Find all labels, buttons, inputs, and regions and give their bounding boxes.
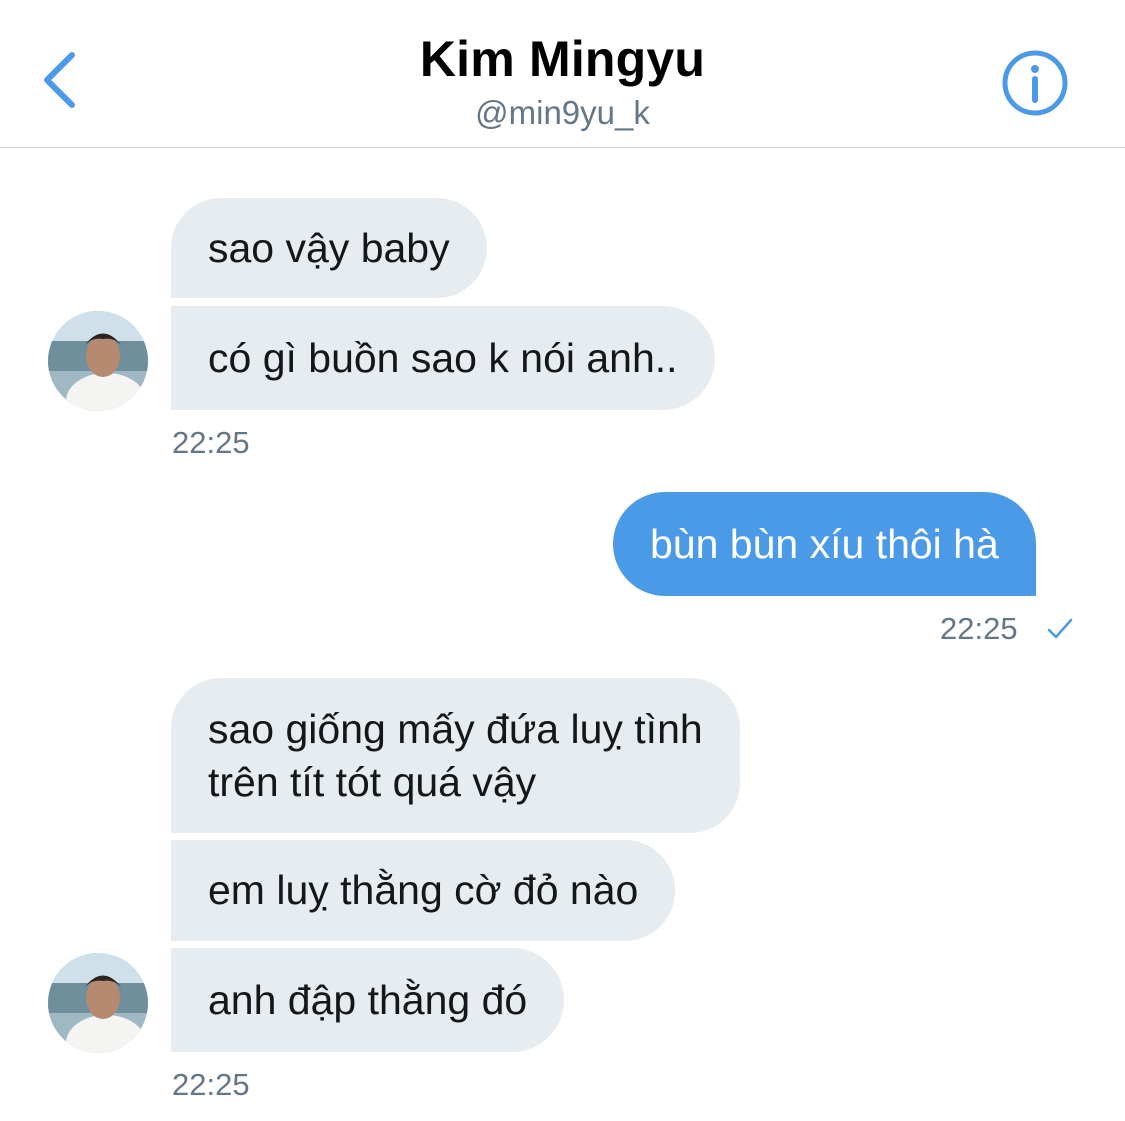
contact-name[interactable]: Kim Mingyu xyxy=(0,30,1125,88)
timestamp: 22:25 xyxy=(940,611,1018,646)
avatar[interactable] xyxy=(48,311,148,411)
checkmark-icon xyxy=(1047,618,1073,639)
incoming-message[interactable]: có gì buồn sao k nói anh.. xyxy=(171,306,715,410)
outgoing-message[interactable]: bùn bùn xíu thôi hà xyxy=(613,492,1036,596)
timestamp: 22:25 xyxy=(172,425,250,460)
conversation-header: Kim Mingyu @min9yu_k xyxy=(0,0,1125,148)
timestamp: 22:25 xyxy=(172,1067,250,1102)
incoming-message[interactable]: sao vậy baby xyxy=(171,198,487,298)
message-line: sao giống mấy đứa luỵ tình xyxy=(208,706,703,752)
message-line: trên tít tót quá vậy xyxy=(208,759,537,805)
contact-handle[interactable]: @min9yu_k xyxy=(0,94,1125,132)
info-icon[interactable] xyxy=(1000,48,1070,118)
incoming-message[interactable]: em luỵ thằng cờ đỏ nào xyxy=(171,840,676,941)
avatar[interactable] xyxy=(48,953,148,1053)
incoming-message[interactable]: sao giống mấy đứa luỵ tình trên tít tót … xyxy=(171,678,740,833)
incoming-message[interactable]: anh đập thằng đó xyxy=(171,948,565,1052)
